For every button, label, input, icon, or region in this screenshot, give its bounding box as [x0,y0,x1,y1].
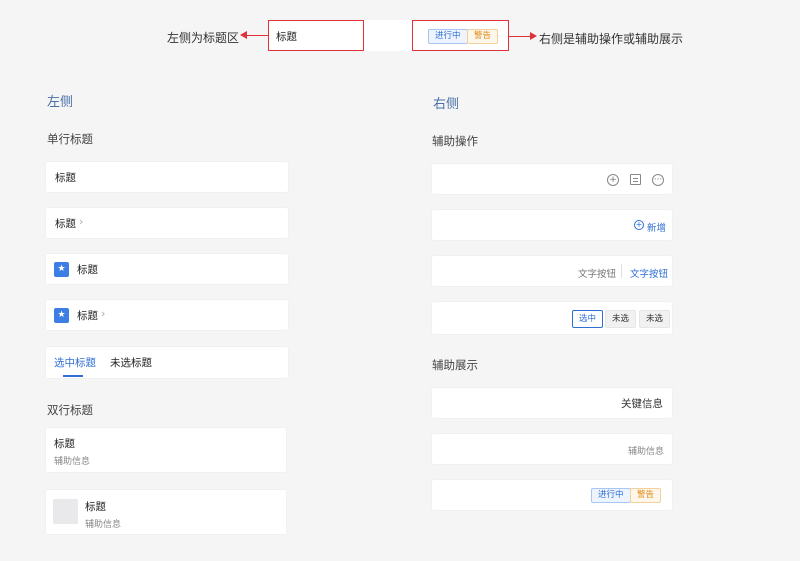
single-line-row-chevron[interactable]: 标题 › [46,208,288,238]
single-line-heading: 单行标题 [47,132,93,146]
actions-heading: 辅助操作 [432,134,478,148]
annotation-title-highlight [268,20,364,51]
annotation-tag-highlight [412,20,509,51]
arrow-right-line [509,36,531,37]
chevron-right-icon: › [101,307,106,320]
key-info-text: 关键信息 [621,398,663,410]
display-heading: 辅助展示 [432,358,478,372]
row-title: 标题 [55,172,76,184]
chip-selected[interactable]: 选中 [572,310,604,328]
annotation-left-label: 左侧为标题区 [167,31,240,45]
double-line-row-image[interactable]: 标题 辅助信息 [46,490,286,534]
row-title: 标题 [77,310,98,322]
tab-unselected[interactable]: 未选标题 [110,355,152,370]
annotation-right-label: 右侧是辅助操作或辅助展示 [539,32,684,46]
row-title: 标题 [77,264,98,276]
single-line-row-icon-chevron[interactable]: ★ 标题 › [46,300,288,330]
chevron-right-icon: › [79,215,84,228]
single-line-row-plain[interactable]: 标题 [46,162,288,192]
tab-row: 选中标题 未选标题 [46,347,288,378]
tag-warning: 警告 [630,488,662,503]
row-title: 标题 [55,218,76,230]
add-button[interactable]: 新增 [647,220,666,234]
text-button-secondary[interactable]: 文字按钮 [578,266,616,280]
actions-row-add: + 新增 [432,210,672,240]
left-heading: 左侧 [47,95,74,110]
row-subtitle: 辅助信息 [54,457,91,467]
tab-selected[interactable]: 选中标题 [54,355,96,370]
display-row-aux-info: 辅助信息 [432,434,672,464]
row-title: 标题 [85,501,106,513]
chip-unselected[interactable]: 未选 [605,310,637,328]
arrow-left-line [246,35,268,36]
chip-unselected[interactable]: 未选 [639,310,671,328]
star-icon: ★ [54,308,69,323]
add-icon[interactable]: + [634,220,644,230]
double-line-heading: 双行标题 [47,403,93,417]
right-heading: 右侧 [433,97,460,112]
display-row-tags: 进行中 警告 [432,480,672,510]
tab-active-indicator [63,375,83,377]
star-icon: ★ [54,262,69,277]
add-circle-icon[interactable]: + [607,174,619,186]
display-row-key-info: 关键信息 [432,388,672,418]
actions-row-text-buttons: 文字按钮 文字按钮 [432,256,672,286]
single-line-row-icon[interactable]: ★ 标题 [46,254,288,284]
double-line-row[interactable]: 标题 辅助信息 [46,428,286,472]
divider [621,264,622,278]
image-placeholder-icon [53,499,78,524]
tag-in-progress: 进行中 [591,488,631,503]
actions-row-chips: 选中 未选 未选 [432,302,672,334]
actions-row-icons: + ··· [432,164,672,194]
row-subtitle: 辅助信息 [85,520,122,530]
arrow-right-head [530,32,537,40]
row-title: 标题 [54,438,75,450]
calendar-icon[interactable] [630,174,641,185]
text-button-primary[interactable]: 文字按钮 [630,266,668,280]
more-circle-icon[interactable]: ··· [652,174,664,186]
aux-info-text: 辅助信息 [628,447,665,457]
